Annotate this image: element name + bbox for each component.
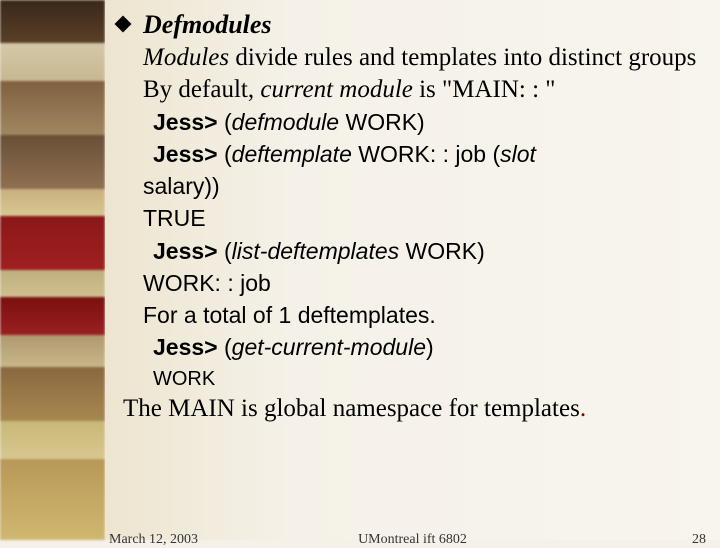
bydefault-c: is "MAIN: : " bbox=[413, 76, 556, 103]
cmd3-arg: WORK) bbox=[399, 238, 485, 264]
cmd4-kw: get-current-module bbox=[232, 334, 426, 360]
word-modules: Modules bbox=[143, 44, 229, 71]
cmd3-kw: list-deftemplates bbox=[232, 238, 399, 264]
line-modules-divide: Modules divide rules and templates into … bbox=[143, 42, 700, 73]
line-workjob: WORK: : job bbox=[143, 268, 700, 299]
closing-line: The MAIN is global namespace for templat… bbox=[115, 395, 700, 423]
line-work-result: WORK bbox=[143, 368, 700, 391]
line-jess-list: Jess> (list-deftemplates WORK) bbox=[143, 236, 700, 267]
cmd2-kw: deftemplate bbox=[232, 141, 352, 167]
total-text: For a total of 1 deftemplates. bbox=[143, 302, 436, 328]
cmd1-kw: defmodule bbox=[232, 109, 339, 135]
line-jess-getcurrent: Jess> (get-current-module) bbox=[143, 332, 700, 363]
cmd2-paren: ( bbox=[218, 141, 232, 167]
bullet-diamond-icon bbox=[115, 16, 132, 33]
cmd4-close: ) bbox=[426, 334, 434, 360]
line-salary: salary)) bbox=[143, 171, 700, 202]
cmd4-paren: ( bbox=[218, 334, 232, 360]
line-by-default: By default, current module is "MAIN: : " bbox=[143, 74, 700, 105]
workjob-text: WORK: : job bbox=[143, 270, 271, 296]
line-jess-deftemplate: Jess> (deftemplate WORK: : job (slot bbox=[143, 139, 700, 170]
cmd2-salary: salary)) bbox=[143, 173, 220, 199]
decorative-sidebar bbox=[0, 0, 105, 540]
cmd1-arg: WORK) bbox=[339, 109, 425, 135]
line-true: TRUE bbox=[143, 203, 700, 234]
jess-prompt: Jess> bbox=[153, 334, 218, 360]
jess-prompt: Jess> bbox=[153, 141, 218, 167]
slide-title: Defmodules bbox=[143, 10, 700, 40]
line-total: For a total of 1 deftemplates. bbox=[143, 300, 700, 331]
line1-rest: divide rules and templates into distinct… bbox=[229, 44, 696, 71]
cmd2-arg: WORK: : job ( bbox=[352, 141, 500, 167]
jess-prompt: Jess> bbox=[153, 238, 218, 264]
bydefault-a: By default, bbox=[143, 76, 260, 103]
cmd3-paren: ( bbox=[218, 238, 232, 264]
footer-page: 28 bbox=[692, 532, 706, 548]
jess-prompt: Jess> bbox=[153, 109, 218, 135]
closing-dot: . bbox=[580, 395, 586, 422]
slide-content: Defmodules Modules divide rules and temp… bbox=[105, 0, 720, 540]
line-jess-defmodule: Jess> (defmodule WORK) bbox=[143, 107, 700, 138]
true-text: TRUE bbox=[143, 205, 206, 231]
closing-text: The MAIN is global namespace for templat… bbox=[123, 395, 580, 422]
cmd2-slot: slot bbox=[500, 141, 536, 167]
bydefault-b: current module bbox=[260, 76, 413, 103]
cmd1-paren: ( bbox=[218, 109, 232, 135]
footer-center: UMontreal ift 6802 bbox=[105, 532, 720, 548]
bullet-block: Defmodules Modules divide rules and temp… bbox=[115, 10, 700, 391]
